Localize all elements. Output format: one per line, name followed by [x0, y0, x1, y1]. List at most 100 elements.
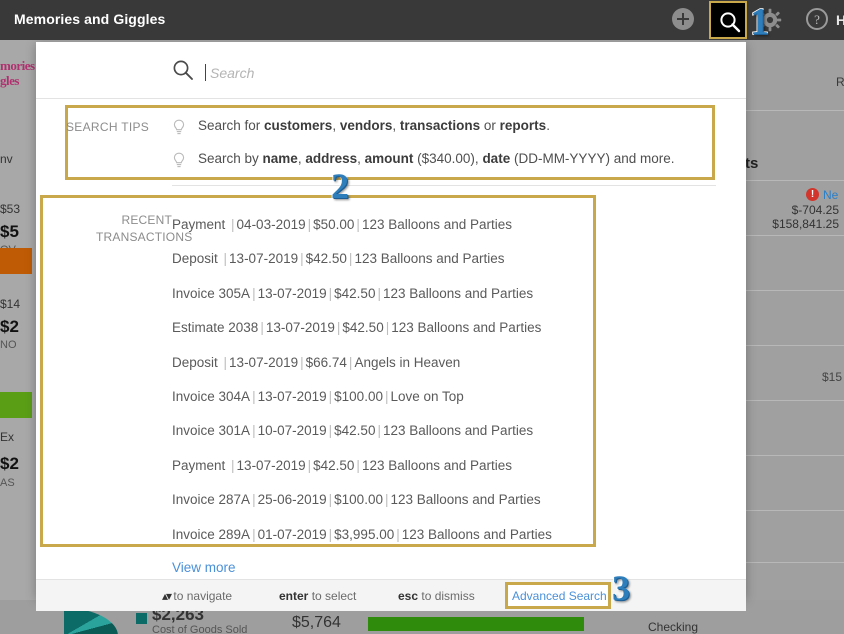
navigate-keys: ▴▾ — [162, 589, 172, 603]
transaction-type: Invoice 287A — [172, 492, 251, 508]
advanced-search-link[interactable]: Advanced Search — [512, 589, 607, 603]
search-footer: ▴▾ to navigate enter to select esc to di… — [36, 579, 746, 611]
transaction-amount: $42.50 — [334, 423, 376, 439]
transaction-amount: $3,995.00 — [334, 526, 395, 542]
separator: | — [356, 457, 360, 473]
bg-amount: $158,841.25 — [772, 217, 839, 231]
transaction-customer: 123 Balloons and Parties — [401, 526, 552, 542]
select-label: to select — [311, 589, 357, 603]
separator: | — [223, 251, 228, 267]
app-root: mories gles nv $53 $5 OV $14 $2 NO Ex $2… — [0, 0, 844, 634]
bg-fragment: nv — [0, 152, 13, 166]
separator: | — [252, 285, 256, 301]
transaction-type: Invoice 289A — [172, 526, 251, 542]
lightbulb-icon — [172, 119, 186, 141]
transaction-type: Invoice 304A — [172, 388, 251, 404]
transaction-date: 25-06-2019 — [257, 492, 327, 508]
search-input-row[interactable]: Search — [36, 42, 746, 99]
bg-fragment: $14 — [0, 297, 21, 311]
transaction-customer: Angels in Heaven — [354, 354, 461, 370]
transaction-amount: $42.50 — [313, 457, 355, 473]
transaction-date: 04-03-2019 — [236, 217, 306, 232]
transaction-amount: $66.74 — [305, 354, 347, 370]
transaction-row[interactable]: Deposit | 13-07-2019 | $66.74 | Angels in Hea… — [172, 346, 602, 380]
app-title: Memories and Giggles — [14, 11, 166, 27]
transaction-amount: $42.50 — [334, 285, 376, 301]
company-logo: mories gles — [0, 58, 36, 104]
separator: | — [231, 217, 235, 232]
transaction-customer: 123 Balloons and Parties — [354, 251, 505, 267]
text-cursor — [205, 64, 206, 81]
transaction-date: 13-07-2019 — [265, 320, 335, 336]
search-tip-text-1: Search for customers, vendors, transacti… — [198, 118, 550, 133]
search-tips-label: SEARCH TIPS — [66, 120, 150, 134]
transaction-row[interactable]: Payment | 13-07-2019 | $42.50 | 123 Balloons … — [172, 449, 602, 483]
bg-fragment: $2 — [0, 454, 19, 473]
transaction-row[interactable]: Invoice 304A | 13-07-2019 | $100.00 | Love on … — [172, 380, 602, 414]
background-left-column: nv $53 $5 OV $14 $2 NO Ex $2 AS — [0, 110, 34, 600]
search-tip-text-2: Search by name, address, amount ($340.00… — [198, 151, 675, 166]
transaction-date: 01-07-2019 — [257, 526, 327, 542]
bg-fragment: Ex — [0, 430, 15, 444]
help-label: H — [836, 12, 844, 28]
legend-swatch — [136, 613, 147, 624]
help-circle-icon[interactable]: ? — [806, 8, 830, 32]
transaction-type: Payment — [172, 217, 230, 232]
transaction-row[interactable]: Invoice 287A | 25-06-2019 | $100.00 | 123 Ball… — [172, 483, 602, 517]
footer-dismiss-hint: esc to dismiss — [398, 589, 475, 603]
transaction-type: Deposit — [172, 251, 222, 267]
bg-amount-text: $15 — [821, 370, 842, 384]
separator: | — [300, 354, 304, 370]
separator: | — [231, 457, 235, 473]
bg-amount: $-704.25 — [791, 203, 839, 217]
lightbulb-icon — [172, 152, 186, 174]
footer-select-hint: enter to select — [279, 589, 356, 603]
bg-fragment: NO — [0, 339, 17, 351]
separator: | — [252, 388, 256, 404]
transaction-type: Invoice 301A — [172, 423, 251, 439]
navigate-label: to navigate — [173, 589, 233, 603]
bg-bottom-label: Checking — [648, 620, 699, 634]
transaction-row[interactable]: Estimate 2038 | 13-07-2019 | $42.50 | 123 Ball… — [172, 311, 602, 345]
divider — [172, 185, 716, 186]
transaction-amount: $50.00 — [313, 217, 355, 232]
separator: | — [252, 526, 256, 542]
annotation-marker-1: 1 — [749, 1, 770, 43]
recent-label-line-1: RECENT — [121, 213, 172, 227]
search-input[interactable]: Search — [210, 65, 254, 81]
search-overlay-panel: Search SEARCH TIPS Search for customers,… — [36, 42, 746, 611]
bg-amount: $15 — [745, 370, 844, 384]
logo-line-2: gles — [0, 73, 19, 88]
logo-line-1: mories — [0, 58, 35, 73]
transaction-amount: $100.00 — [334, 388, 383, 404]
transaction-customer: 123 Balloons and Parties — [390, 492, 541, 508]
separator: | — [252, 492, 256, 508]
separator: | — [307, 457, 312, 473]
footer-navigate-hint: ▴▾ to navigate — [162, 589, 232, 603]
transaction-customer: 123 Balloons and Parties — [361, 217, 513, 232]
dismiss-label: to dismiss — [421, 589, 475, 603]
transaction-customer: 123 Balloons and Parties — [382, 285, 534, 301]
bg-bottom-label: Cost of Goods Sold — [152, 624, 248, 634]
search-icon-button[interactable] — [709, 1, 747, 39]
transaction-customer: 123 Balloons and Parties — [361, 457, 513, 473]
separator: | — [377, 423, 381, 439]
separator: | — [300, 251, 304, 267]
separator: | — [396, 526, 400, 542]
transaction-date: 13-07-2019 — [257, 388, 327, 404]
plus-circle-icon[interactable] — [672, 8, 696, 32]
view-more-link[interactable]: View more — [172, 560, 236, 575]
transaction-row[interactable]: Deposit | 13-07-2019 | $42.50 | 123 Balloons … — [172, 242, 602, 276]
transaction-row[interactable]: Invoice 301A | 10-07-2019 | $42.50 | 123 Ballo… — [172, 414, 602, 448]
separator: | — [377, 285, 381, 301]
transaction-row[interactable]: Payment | 04-03-2019 | $50.00 | 123 Balloons … — [172, 208, 602, 242]
transaction-customer: Love on Top — [390, 388, 464, 404]
separator: | — [252, 423, 256, 439]
bg-fragment: $53 — [0, 202, 21, 216]
transaction-type: Estimate 2038 — [172, 320, 259, 336]
transaction-row[interactable]: Invoice 289A | 01-07-2019 | $3,995.00 | 123 Ba… — [172, 518, 602, 552]
transaction-row[interactable]: Invoice 305A | 13-07-2019 | $42.50 | 123 Ballo… — [172, 277, 602, 311]
background-right-panel — [745, 40, 844, 600]
annotation-marker-3: 3 — [611, 568, 631, 608]
recent-transactions-list: Payment | 04-03-2019 | $50.00 | 123 Balloons … — [172, 208, 602, 552]
